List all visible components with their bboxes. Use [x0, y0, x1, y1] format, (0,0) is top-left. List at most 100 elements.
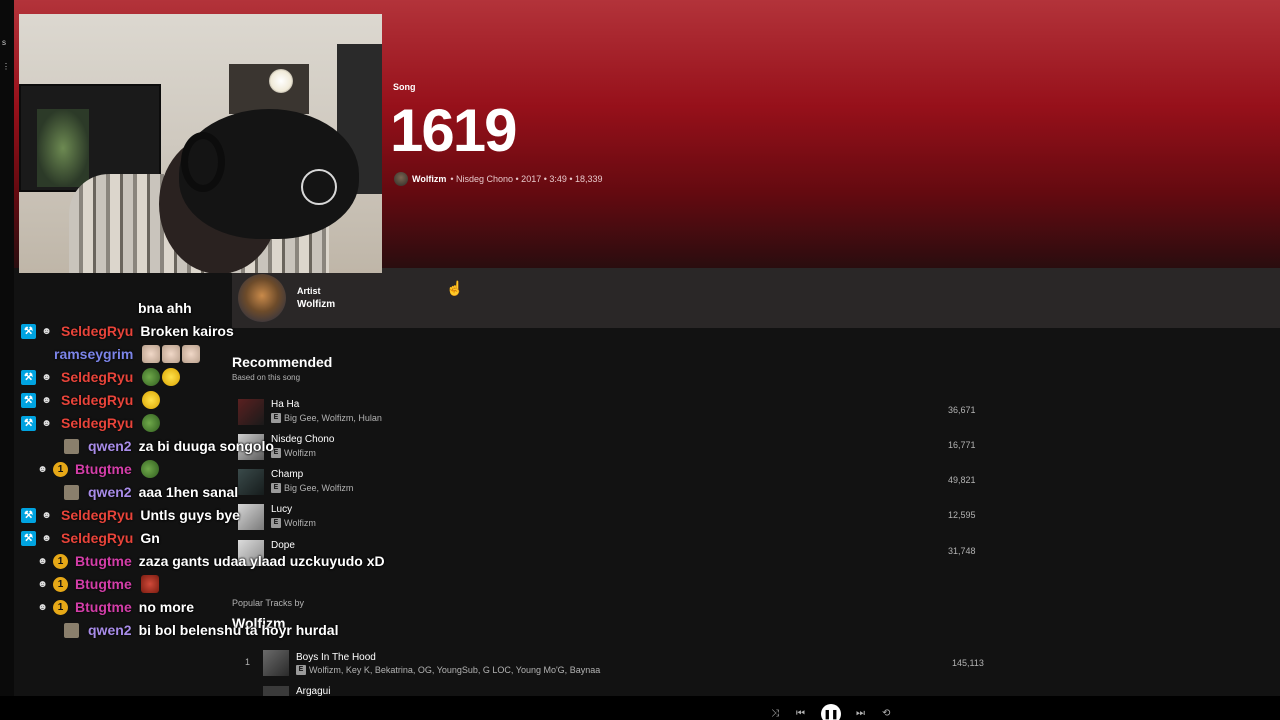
pointer-cursor-icon: ☝ [446, 280, 464, 296]
chat-username[interactable]: SeldegRyu [61, 530, 133, 546]
chat-username[interactable]: Btugtme [75, 461, 132, 477]
rail-more-icon[interactable]: ⋮ [2, 62, 10, 71]
chat-text: Untls guys bye [140, 507, 240, 523]
user-avatar-badge-icon [64, 438, 79, 454]
user-avatar-badge-icon [64, 484, 79, 500]
chat-emotes [140, 414, 161, 433]
emote-icon [140, 575, 159, 594]
track-play-count: 12,595 [948, 510, 976, 520]
chat-username[interactable]: Btugtme [75, 553, 132, 569]
song-artist-link[interactable]: Wolfizm [412, 174, 446, 184]
cat-emote-icon [142, 345, 161, 364]
moderator-badge-icon: ⚒ [21, 507, 36, 523]
popular-track-row[interactable]: 1 Boys In The Hood E Wolfizm, Key K, Bek… [238, 648, 998, 678]
webcam-shelf [229, 64, 309, 114]
track-row[interactable]: Ha Ha E Big Gee, Wolfizm, Hulan 36,671 [238, 397, 998, 429]
moderator-badge-icon: ⚒ [21, 530, 36, 546]
track-cover [263, 650, 289, 676]
webcam-tv-glow [37, 109, 89, 187]
song-meta: Wolfizm • Nisdeg Chono • 2017 • 3:49 • 1… [394, 172, 603, 186]
recommended-subtitle: Based on this song [232, 373, 301, 382]
cat-emote-icon [182, 345, 201, 364]
gift-badge-icon: 1 [53, 461, 68, 477]
chat-username[interactable]: Btugtme [75, 576, 132, 592]
track-artists[interactable]: Wolfizm, Key K, Bekatrina, OG, YoungSub,… [309, 665, 600, 675]
chat-username[interactable]: SeldegRyu [61, 392, 133, 408]
moderator-badge-icon: ⚒ [21, 415, 36, 431]
chat-message: ⚒ ☻ SeldegRyu Broken kairos [21, 320, 234, 342]
track-artists[interactable]: Big Gee, Wolfizm [284, 483, 353, 493]
track-artists[interactable]: Wolfizm [284, 448, 316, 458]
moderator-badge-icon: ⚒ [21, 369, 36, 385]
explicit-badge: E [271, 518, 281, 528]
previous-icon[interactable]: ⏮ [796, 708, 805, 719]
chat-message: ☻ 1 Btugtme no more [35, 596, 194, 618]
track-artists-line: E Wolfizm [271, 518, 316, 528]
shuffle-icon[interactable]: ⤨ [771, 708, 779, 719]
subscriber-badge-icon: ☻ [41, 325, 52, 337]
frog-emote-icon [142, 414, 161, 433]
track-artists-line: E Wolfizm [271, 448, 316, 458]
track-title[interactable]: Lucy [271, 504, 292, 515]
explicit-badge: E [271, 413, 281, 423]
chat-username[interactable]: SeldegRyu [61, 507, 133, 523]
webcam-overlay [19, 14, 382, 273]
artist-card-name[interactable]: Wolfizm [297, 299, 335, 310]
gift-badge-icon: 1 [53, 599, 68, 615]
artist-card-label: Artist [297, 286, 321, 296]
chat-message: ramseygrim [54, 343, 201, 365]
subscriber-badge-icon: ☻ [37, 601, 48, 613]
repeat-icon[interactable]: ⟲ [882, 708, 890, 719]
track-title[interactable]: Boys In The Hood [296, 652, 376, 663]
track-play-count: 36,671 [948, 405, 976, 415]
chat-text: bna ahh [138, 300, 192, 316]
chat-username[interactable]: Btugtme [75, 599, 132, 615]
track-artists[interactable]: Big Gee, Wolfizm, Hulan [284, 413, 382, 423]
chat-message: ⚒ ☻ SeldegRyu [21, 412, 161, 434]
track-row[interactable]: Lucy E Wolfizm 12,595 [238, 502, 998, 534]
track-title[interactable]: Nisdeg Chono [271, 434, 334, 445]
track-title[interactable]: Ha Ha [271, 399, 299, 410]
chat-emotes [140, 368, 181, 387]
gift-badge-icon: 1 [53, 553, 68, 569]
track-artists-line: E Big Gee, Wolfizm, Hulan [271, 413, 382, 423]
track-row[interactable]: Champ E Big Gee, Wolfizm 49,821 [238, 467, 998, 499]
song-title: 1619 [390, 97, 517, 164]
chat-username[interactable]: SeldegRyu [61, 323, 133, 339]
chat-text: zaza gants udaa ylaad uzckuyudo xD [138, 553, 385, 569]
chat-text: Gn [140, 530, 160, 546]
chat-username[interactable]: ramseygrim [54, 346, 133, 362]
pause-button[interactable]: ❚❚ [821, 704, 841, 720]
chat-username[interactable]: qwen2 [88, 622, 132, 638]
webcam-cap-logo [301, 169, 337, 205]
track-cover [238, 399, 264, 425]
subscriber-badge-icon: ☻ [41, 417, 52, 429]
track-artists[interactable]: Wolfizm [284, 518, 316, 528]
track-artists-line: E Big Gee, Wolfizm [271, 483, 353, 493]
next-icon[interactable]: ⏭ [856, 708, 865, 719]
chat-emotes [139, 575, 159, 594]
track-rank: 1 [245, 657, 251, 667]
gift-badge-icon: 1 [53, 576, 68, 592]
chat-username[interactable]: SeldegRyu [61, 369, 133, 385]
artist-card[interactable]: Artist Wolfizm [232, 268, 1280, 328]
track-title[interactable]: Champ [271, 469, 303, 480]
chat-emotes [140, 391, 161, 410]
duck-emote-icon [142, 391, 161, 410]
chat-username[interactable]: SeldegRyu [61, 415, 133, 431]
rail-s-icon[interactable]: s [2, 38, 6, 47]
chat-emotes [139, 460, 159, 479]
chat-text: no more [138, 599, 195, 615]
chat-text: za bi duuga songolo [138, 438, 274, 454]
track-play-count: 16,771 [948, 440, 976, 450]
chat-message: qwen2 bi bol belenshu ta hoyr hurdal [64, 619, 338, 641]
chat-username[interactable]: qwen2 [88, 438, 132, 454]
chat-message: ☻ 1 Btugtme [35, 573, 159, 595]
track-cover [238, 504, 264, 530]
chat-text: bi bol belenshu ta hoyr hurdal [138, 622, 339, 638]
chat-message: ⚒ ☻ SeldegRyu [21, 366, 181, 388]
chat-username[interactable]: qwen2 [88, 484, 132, 500]
frog-emote-icon [140, 460, 159, 479]
track-row[interactable]: Nisdeg Chono E Wolfizm 16,771 [238, 432, 998, 464]
chat-message: bna ahh [131, 297, 192, 319]
